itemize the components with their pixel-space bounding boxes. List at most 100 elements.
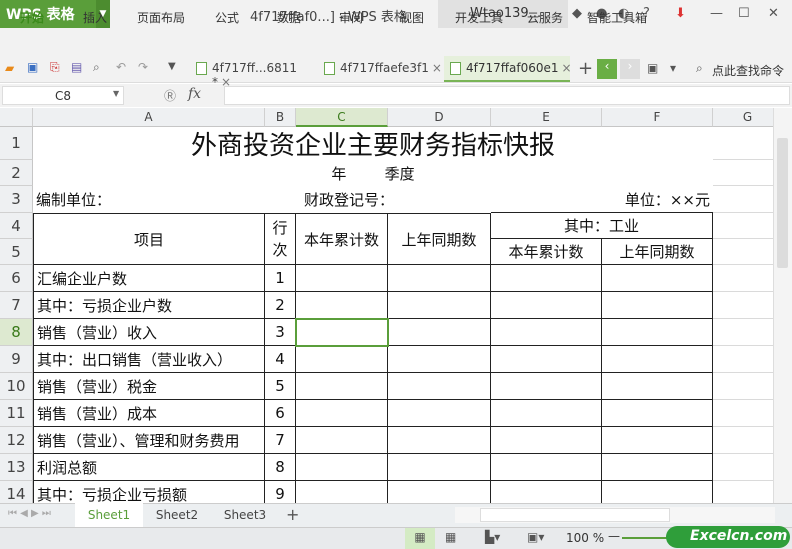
export-pdf-icon[interactable]: ⎘ (50, 60, 60, 75)
row-header-5[interactable]: 5 (0, 239, 33, 265)
minimize-icon[interactable]: — (710, 6, 723, 21)
header-previous[interactable]: 上年同期数 (388, 213, 491, 265)
print-icon[interactable]: ▤ (71, 60, 82, 74)
value-cell[interactable] (491, 481, 602, 503)
line-number[interactable]: 2 (265, 292, 296, 319)
row-header-12[interactable]: 12 (0, 427, 33, 454)
grid-cell[interactable] (713, 186, 773, 213)
menu-item-4[interactable]: 数据 (277, 9, 301, 26)
grid-cell[interactable] (713, 239, 773, 265)
menu-item-1[interactable]: 插入 (83, 9, 107, 26)
header-item[interactable]: 项目 (33, 213, 265, 265)
item-name[interactable]: 其中：亏损企业户数 (33, 292, 265, 319)
value-cell[interactable] (491, 454, 602, 481)
horizontal-scrollbar[interactable] (455, 507, 775, 523)
select-all-corner[interactable] (0, 108, 33, 127)
period-label[interactable]: 年 季度 (33, 160, 713, 186)
value-cell[interactable] (296, 346, 388, 373)
column-header-G[interactable]: G (713, 108, 773, 127)
grid-cell[interactable] (713, 292, 773, 319)
column-header-A[interactable]: A (33, 108, 265, 127)
close-tab-icon[interactable]: × (221, 75, 231, 89)
value-cell[interactable] (388, 454, 491, 481)
value-cell[interactable] (602, 265, 713, 292)
zoom-level[interactable]: 100 % (566, 531, 604, 545)
grid-cell[interactable] (713, 213, 773, 239)
menu-item-0[interactable]: 开始 (20, 9, 44, 26)
value-cell[interactable] (491, 319, 602, 346)
grid-cell[interactable] (713, 400, 773, 427)
grid-cell[interactable] (713, 454, 773, 481)
line-number[interactable]: 3 (265, 319, 296, 346)
item-name[interactable]: 销售（营业）收入 (33, 319, 265, 346)
name-box[interactable]: C8 (2, 86, 124, 105)
menu-item-3[interactable]: 公式 (215, 9, 239, 26)
add-sheet-icon[interactable]: + (286, 505, 299, 524)
value-cell[interactable] (602, 481, 713, 503)
value-cell[interactable] (602, 292, 713, 319)
value-cell[interactable] (388, 427, 491, 454)
vertical-scrollbar[interactable] (773, 108, 792, 503)
value-cell[interactable] (296, 292, 388, 319)
tab-menu-icon[interactable]: ▾ (670, 61, 676, 75)
value-cell[interactable] (296, 481, 388, 503)
sheet-tab-sheet1[interactable]: Sheet1 (75, 503, 143, 527)
menu-item-5[interactable]: 审阅 (339, 9, 363, 26)
header-current[interactable]: 本年累计数 (296, 213, 388, 265)
row-header-2[interactable]: 2 (0, 160, 33, 186)
redo-icon[interactable]: ↷ (138, 60, 148, 74)
column-header-D[interactable]: D (388, 108, 491, 127)
fx-icon[interactable]: fx (188, 86, 201, 102)
value-cell[interactable] (602, 427, 713, 454)
value-cell[interactable] (491, 427, 602, 454)
grid-cell[interactable] (713, 481, 773, 503)
value-cell[interactable] (491, 400, 602, 427)
grid-cell[interactable] (713, 373, 773, 400)
formula-input[interactable] (224, 86, 790, 105)
document-tab[interactable]: 4f717ff...6811 * × (190, 56, 320, 89)
value-cell[interactable] (602, 319, 713, 346)
value-cell[interactable] (388, 400, 491, 427)
open-icon[interactable]: ▰ (5, 61, 14, 75)
page-break-view-icon[interactable]: ▦ (445, 530, 456, 544)
value-cell[interactable] (602, 454, 713, 481)
item-name[interactable]: 销售（营业）成本 (33, 400, 265, 427)
close-tab-icon[interactable]: × (562, 61, 572, 75)
sheet-tab-sheet2[interactable]: Sheet2 (143, 503, 211, 527)
document-tab[interactable]: 4f717ffaf060e1 × (444, 56, 572, 82)
header-line-no[interactable]: 行次 (265, 213, 296, 265)
grid-cell[interactable] (713, 127, 773, 160)
row-header-4[interactable]: 4 (0, 213, 33, 239)
row-header-1[interactable]: 1 (0, 127, 33, 160)
screen-icon[interactable]: ▣ (647, 61, 658, 75)
eye-protect-icon[interactable]: ▣▾ (527, 530, 544, 544)
grid-cell[interactable] (713, 346, 773, 373)
document-tab[interactable]: 4f717ffaefe3f1 × (318, 56, 442, 82)
zoom-out-icon[interactable]: — (608, 529, 620, 543)
line-number[interactable]: 6 (265, 400, 296, 427)
undo-icon[interactable]: ↶ (116, 60, 126, 74)
row-header-13[interactable]: 13 (0, 454, 33, 481)
grid-cell[interactable] (713, 265, 773, 292)
header-industry[interactable]: 其中：工业 (491, 213, 713, 239)
value-cell[interactable] (296, 427, 388, 454)
save-icon[interactable]: ▣ (27, 60, 38, 74)
spreadsheet-grid[interactable]: A B C D E F G 1 2 3 4 5 6 7 8 9 10 11 12 13 14 外商投资企业主要财务指标快报… (0, 108, 773, 503)
menu-item-7[interactable]: 开发工具 (455, 9, 503, 26)
more-dropdown-icon[interactable]: ▼ (168, 61, 176, 72)
menu-item-9[interactable]: 智能工具箱 (587, 9, 647, 26)
value-cell[interactable] (388, 373, 491, 400)
close-icon[interactable]: ✕ (768, 6, 779, 21)
column-header-B[interactable]: B (265, 108, 296, 127)
row-header-9[interactable]: 9 (0, 346, 33, 373)
menu-item-8[interactable]: 云服务 (527, 9, 563, 26)
column-header-C[interactable]: C (296, 108, 388, 127)
grid-cell[interactable] (713, 319, 773, 346)
row-header-14[interactable]: 14 (0, 481, 33, 503)
grid-cell[interactable] (713, 427, 773, 454)
value-cell[interactable] (491, 292, 602, 319)
value-cell[interactable] (388, 265, 491, 292)
value-cell[interactable] (388, 319, 491, 346)
item-name[interactable]: 销售（营业）税金 (33, 373, 265, 400)
close-tab-icon[interactable]: × (432, 61, 442, 75)
